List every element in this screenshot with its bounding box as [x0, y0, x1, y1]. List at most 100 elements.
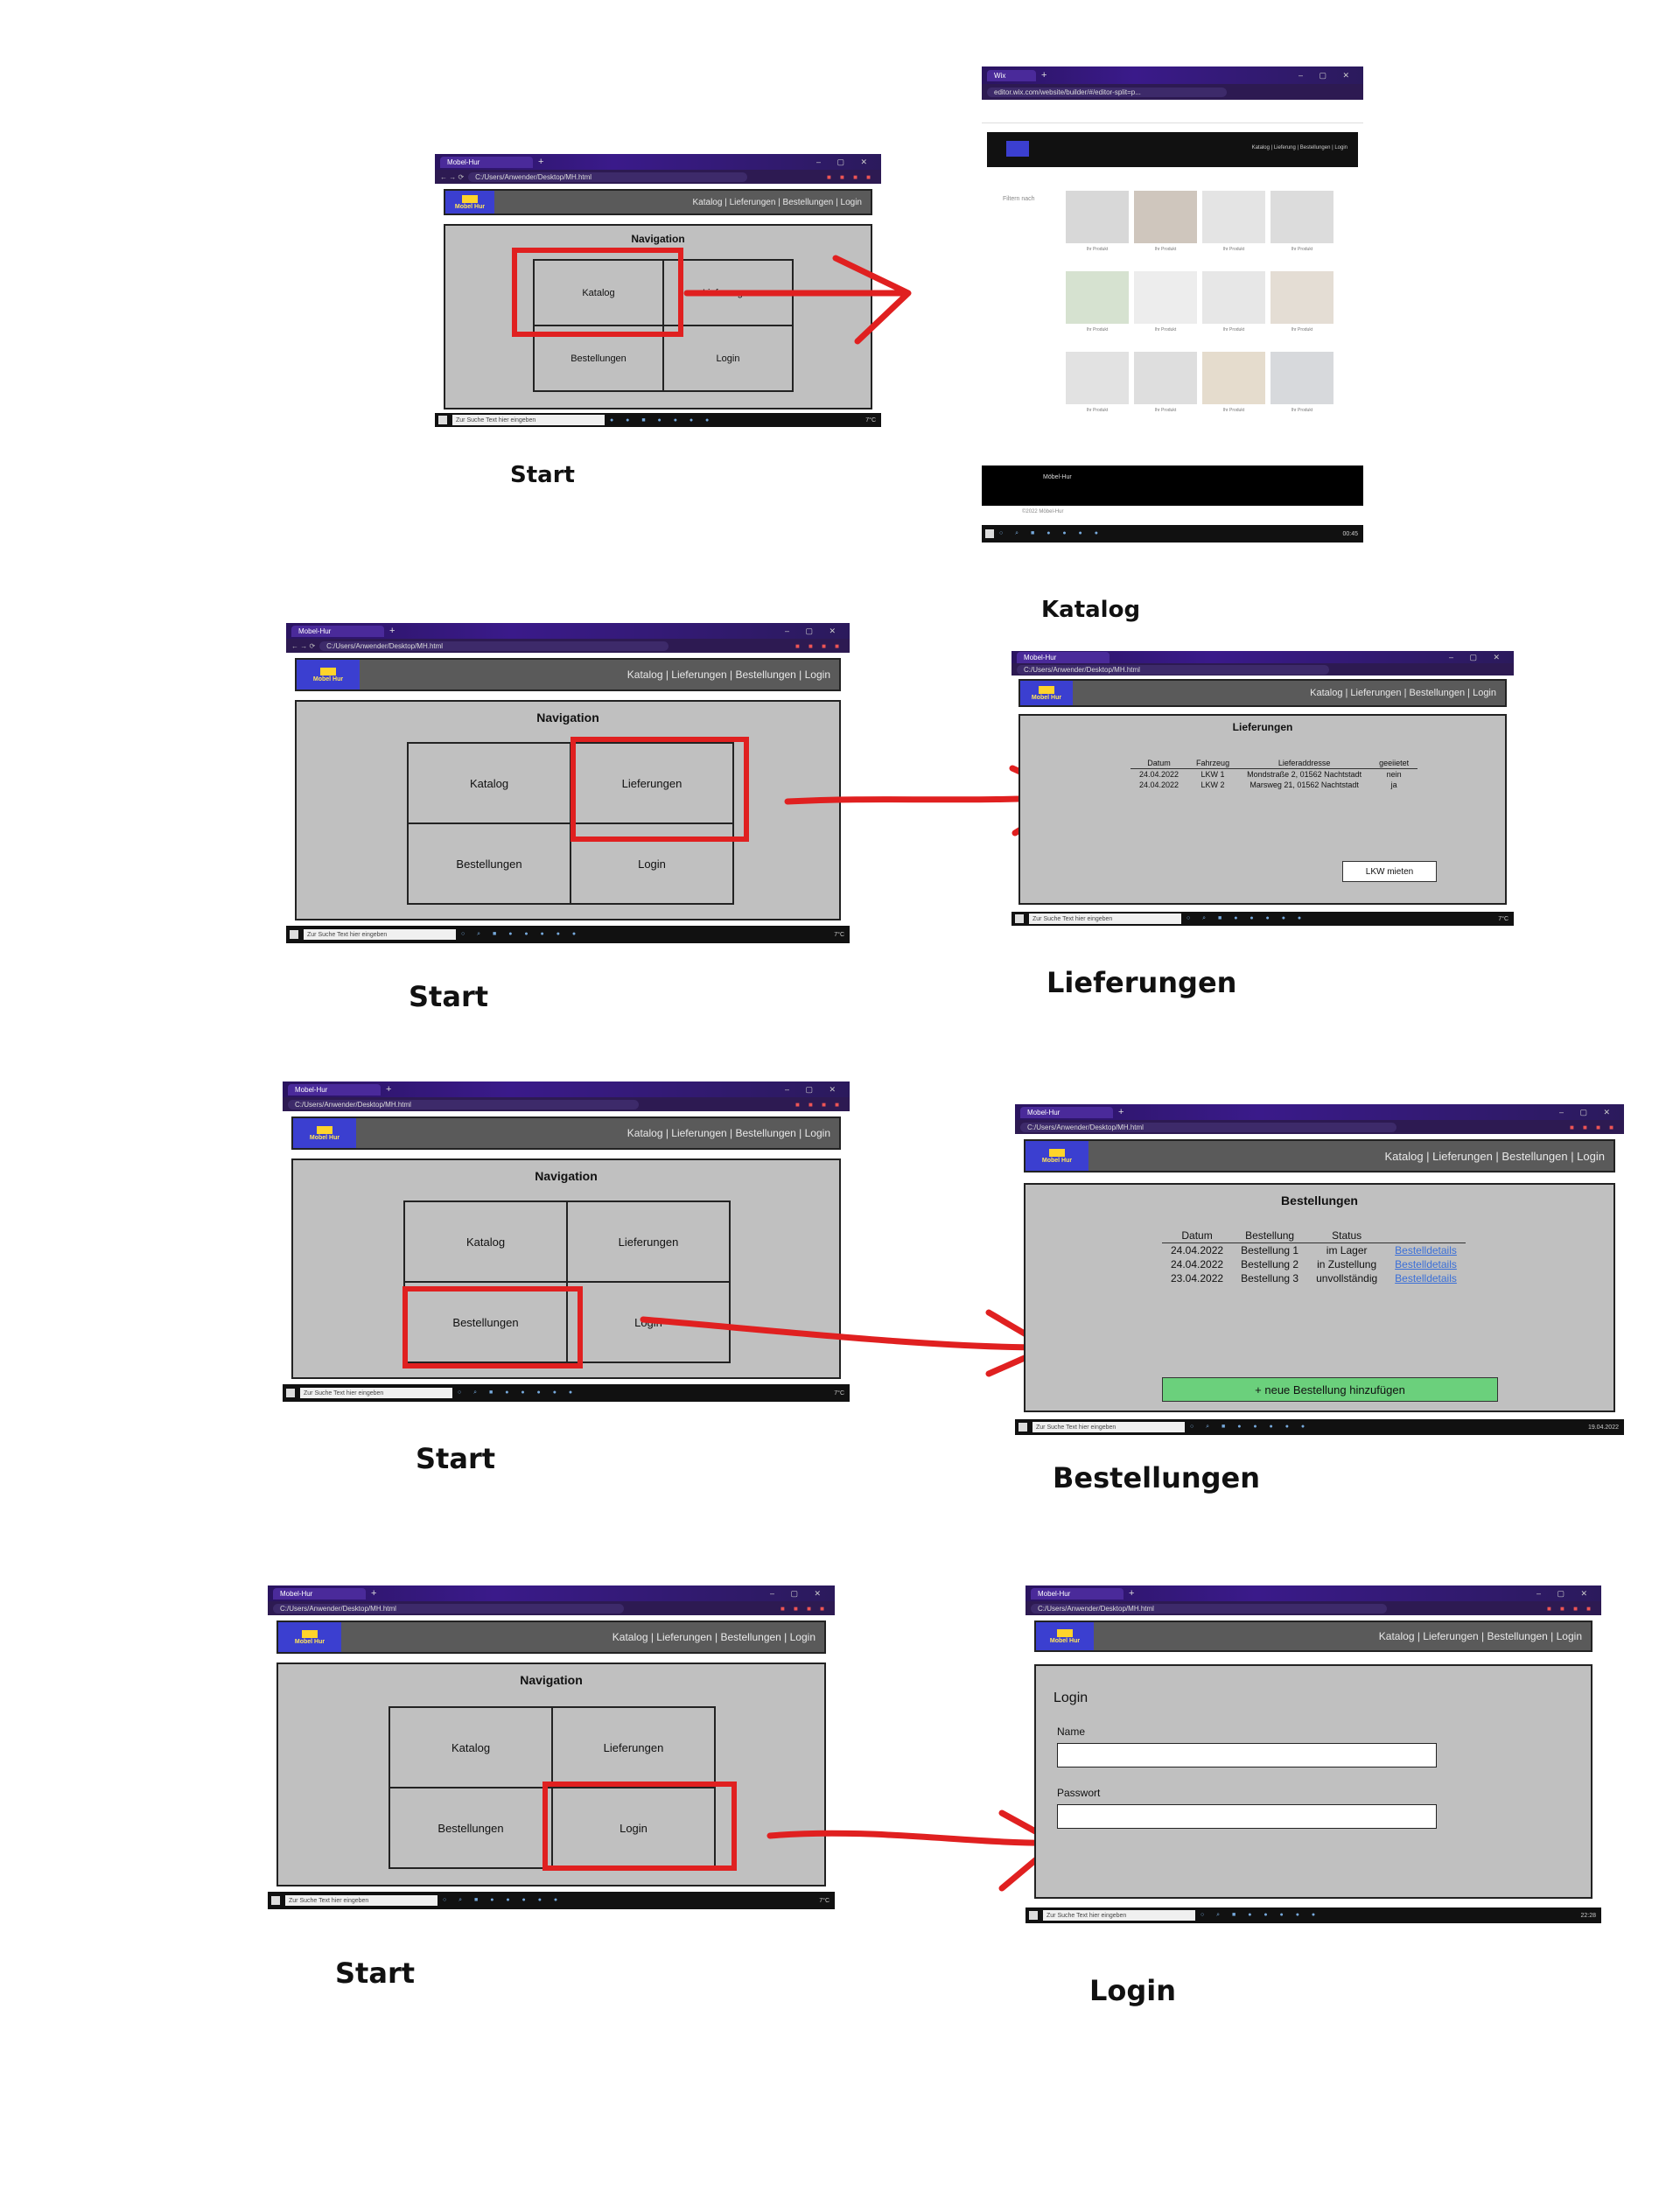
windows-start-icon-3[interactable]	[1015, 914, 1024, 923]
nav-links-6[interactable]: Katalog | Lieferungen | Bestellungen | L…	[612, 1631, 824, 1643]
site-logo[interactable]: Mobel Hur	[445, 191, 494, 214]
browser-tab-2[interactable]: Mobel-Hur	[291, 625, 384, 637]
windows-start-icon-2[interactable]	[290, 930, 298, 939]
nav-cell-katalog[interactable]: Katalog	[404, 1201, 567, 1282]
site-logo-3[interactable]: Mobel Hur	[1020, 681, 1073, 705]
catalog-product-image[interactable]	[1202, 191, 1265, 243]
url-field-5[interactable]: C:/Users/Anwender/Desktop/MH.html	[1020, 1122, 1396, 1132]
nav-links[interactable]: Katalog | Lieferungen | Bestellungen | L…	[693, 198, 872, 207]
nav-links-3[interactable]: Katalog | Lieferungen | Bestellungen | L…	[1310, 688, 1505, 698]
windows-start-icon-7[interactable]	[1029, 1911, 1038, 1920]
back-icon[interactable]: ← → ⟳	[440, 173, 464, 181]
password-field[interactable]	[1057, 1804, 1437, 1829]
nav-cell-lieferungen[interactable]: Lieferungen	[552, 1707, 715, 1788]
new-tab-icon-6[interactable]: +	[371, 1588, 376, 1599]
catalog-product-image[interactable]	[1134, 352, 1197, 404]
nav-cell-bestellungen[interactable]: Bestellungen	[408, 823, 570, 904]
taskbar-search-3[interactable]: Zur Suche Text hier eingeben	[1029, 914, 1181, 924]
site-logo-4[interactable]: Mobel Hur	[293, 1118, 356, 1148]
extension-icons-4[interactable]: ■ ■ ■ ■	[795, 1101, 850, 1109]
catalog-product-image[interactable]	[1066, 352, 1129, 404]
catalog-product-image[interactable]	[1270, 191, 1334, 243]
new-tab-icon-5[interactable]: +	[1118, 1107, 1124, 1117]
taskbar-app-icons-6[interactable]: ○ ⌕ ■ ● ● ● ● ●	[443, 1897, 563, 1904]
taskbar-search-5[interactable]: Zur Suche Text hier eingeben	[1032, 1422, 1185, 1432]
taskbar-search-4[interactable]: Zur Suche Text hier eingeben	[300, 1388, 452, 1398]
site-logo-6[interactable]: Mobel Hur	[278, 1622, 341, 1652]
windows-start-icon-4[interactable]	[286, 1389, 295, 1397]
windows-start-icon-katalog[interactable]	[985, 529, 994, 538]
site-logo-2[interactable]: Mobel Hur	[297, 660, 360, 690]
nav-buttons-icon[interactable]: ← → ⟳	[291, 642, 315, 650]
new-tab-icon[interactable]: +	[538, 157, 543, 167]
wix-nav-links[interactable]: Katalog | Lieferung | Bestellungen | Log…	[1252, 145, 1348, 150]
catalog-product-image[interactable]	[1202, 271, 1265, 324]
new-tab-icon-2[interactable]: +	[389, 626, 395, 636]
new-tab-icon-4[interactable]: +	[386, 1084, 391, 1095]
site-logo-7[interactable]: Mobel Hur	[1036, 1622, 1094, 1650]
nav-links-5[interactable]: Katalog | Lieferungen | Bestellungen | L…	[1384, 1150, 1614, 1163]
url-field-4[interactable]: C:/Users/Anwender/Desktop/MH.html	[288, 1099, 640, 1110]
bestelldetails-link[interactable]: Bestelldetails	[1395, 1272, 1457, 1284]
taskbar-app-icons-4[interactable]: ○ ⌕ ■ ● ● ● ● ●	[458, 1390, 578, 1396]
nav-cell-lieferungen[interactable]: Lieferungen	[567, 1201, 730, 1282]
url-field[interactable]: C:/Users/Anwender/Desktop/MH.html	[468, 172, 747, 182]
taskbar-app-icons-5[interactable]: ○ ⌕ ■ ● ● ● ● ●	[1190, 1424, 1310, 1431]
window-controls[interactable]: – ▢ ✕	[816, 158, 881, 167]
window-controls-7[interactable]: – ▢ ✕	[1536, 1589, 1601, 1599]
name-field[interactable]	[1057, 1743, 1437, 1768]
catalog-product-image[interactable]	[1270, 352, 1334, 404]
wix-tab[interactable]: Wix	[987, 69, 1036, 81]
window-controls-4[interactable]: – ▢ ✕	[785, 1085, 850, 1095]
extension-icons-5[interactable]: ■ ■ ■ ■	[1570, 1124, 1624, 1131]
nav-cell-bestellungen[interactable]: Bestellungen	[389, 1788, 552, 1868]
catalog-product-image[interactable]	[1066, 271, 1129, 324]
wix-logo[interactable]	[1006, 141, 1029, 157]
extension-icons-6[interactable]: ■ ■ ■ ■	[780, 1605, 835, 1613]
catalog-product-image[interactable]	[1202, 352, 1265, 404]
nav-links-2[interactable]: Katalog | Lieferungen | Bestellungen | L…	[627, 668, 839, 681]
taskbar-search-7[interactable]: Zur Suche Text hier eingeben	[1043, 1910, 1195, 1921]
taskbar-search-6[interactable]: Zur Suche Text hier eingeben	[285, 1895, 438, 1906]
catalog-product-image[interactable]	[1134, 271, 1197, 324]
window-controls-wix[interactable]: – ▢ ✕	[1298, 71, 1363, 80]
browser-tab-6[interactable]: Mobel-Hur	[273, 1587, 366, 1600]
url-field-2[interactable]: C:/Users/Anwender/Desktop/MH.html	[319, 640, 668, 651]
taskbar-app-icons-3[interactable]: ○ ⌕ ■ ● ● ● ● ●	[1186, 915, 1306, 922]
url-field-3[interactable]: C:/Users/Anwender/Desktop/MH.html	[1017, 664, 1329, 675]
url-field-6[interactable]: C:/Users/Anwender/Desktop/MH.html	[273, 1603, 625, 1614]
url-field-7[interactable]: C:/Users/Anwender/Desktop/MH.html	[1031, 1603, 1388, 1614]
window-controls-6[interactable]: – ▢ ✕	[770, 1589, 835, 1599]
nav-links-7[interactable]: Katalog | Lieferungen | Bestellungen | L…	[1379, 1630, 1591, 1642]
browser-tab-4[interactable]: Mobel-Hur	[288, 1083, 381, 1096]
taskbar-app-icons-7[interactable]: ○ ⌕ ■ ● ● ● ● ●	[1200, 1912, 1320, 1919]
extension-icons[interactable]: ■ ■ ■ ■	[827, 173, 881, 181]
bestelldetails-link[interactable]: Bestelldetails	[1395, 1258, 1457, 1270]
windows-start-icon-6[interactable]	[271, 1896, 280, 1905]
extension-icons-7[interactable]: ■ ■ ■ ■	[1547, 1605, 1601, 1613]
browser-tab-3[interactable]: Mobel-Hur	[1017, 651, 1110, 663]
new-tab-icon-wix[interactable]: +	[1041, 70, 1046, 80]
windows-start-icon-5[interactable]	[1018, 1423, 1027, 1432]
taskbar-app-icons-2[interactable]: ○ ⌕ ■ ● ● ● ● ●	[461, 931, 581, 938]
new-tab-icon-7[interactable]: +	[1129, 1588, 1134, 1599]
extension-icons-2[interactable]: ■ ■ ■ ■	[795, 642, 850, 650]
catalog-product-image[interactable]	[1270, 271, 1334, 324]
browser-tab-5[interactable]: Mobel-Hur	[1020, 1106, 1113, 1118]
taskbar-search[interactable]: Zur Suche Text hier eingeben	[452, 415, 605, 425]
lkw-mieten-button[interactable]: LKW mieten	[1342, 861, 1437, 882]
catalog-product-image[interactable]	[1066, 191, 1129, 243]
window-controls-3[interactable]: – ▢ ✕	[1449, 653, 1514, 662]
browser-tab-7[interactable]: Mobel-Hur	[1031, 1587, 1124, 1600]
neue-bestellung-button[interactable]: + neue Bestellung hinzufügen	[1162, 1377, 1498, 1402]
window-controls-5[interactable]: – ▢ ✕	[1559, 1108, 1624, 1117]
site-logo-5[interactable]: Mobel Hur	[1026, 1141, 1088, 1171]
window-controls-2[interactable]: – ▢ ✕	[785, 626, 850, 636]
taskbar-app-icons-katalog[interactable]: ○ ⌕ ■ ● ● ● ●	[999, 530, 1103, 537]
taskbar-search-2[interactable]: Zur Suche Text hier eingeben	[304, 929, 456, 940]
wix-url-field[interactable]: editor.wix.com/website/builder/#/editor-…	[987, 87, 1227, 97]
windows-start-icon[interactable]	[438, 416, 447, 424]
nav-cell-katalog[interactable]: Katalog	[389, 1707, 552, 1788]
nav-links-4[interactable]: Katalog | Lieferungen | Bestellungen | L…	[627, 1127, 839, 1139]
browser-tab[interactable]: Mobel-Hur	[440, 156, 533, 168]
